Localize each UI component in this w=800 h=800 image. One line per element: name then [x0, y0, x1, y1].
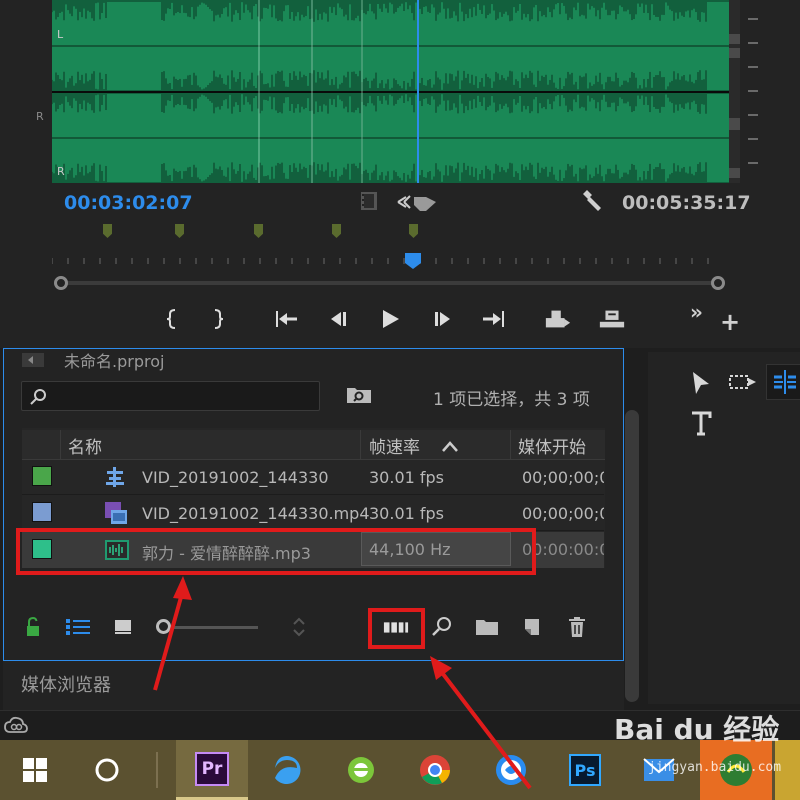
item-frame-rate: 30.01 fps — [369, 504, 445, 523]
project-title: 未命名.prproj — [64, 352, 165, 371]
audio-waveform[interactable] — [52, 0, 729, 183]
time-ruler[interactable] — [52, 256, 720, 264]
premiere-icon[interactable]: Pr — [176, 740, 248, 800]
mark-out-button[interactable] — [204, 306, 232, 332]
marker[interactable] — [409, 224, 418, 238]
back-icon[interactable] — [22, 352, 44, 371]
table-row[interactable]: VID_20191002_144330 30.01 fps 00;00;00;0… — [22, 459, 604, 495]
column-header-name[interactable]: 名称 — [68, 430, 102, 460]
ie-icon[interactable] — [326, 740, 396, 800]
wrench-icon[interactable] — [580, 190, 604, 218]
media-browser-tab[interactable]: 媒体浏览器 — [21, 671, 111, 697]
item-name: VID_20191002_144330 — [142, 468, 329, 487]
label-color-swatch[interactable] — [32, 466, 52, 486]
go-to-out-button[interactable] — [480, 306, 508, 332]
more-controls-button[interactable]: » — [690, 300, 703, 324]
marker[interactable] — [254, 224, 263, 238]
edge-icon[interactable] — [252, 740, 322, 800]
go-to-in-button[interactable] — [272, 306, 300, 332]
ripple-edit-tool[interactable] — [766, 364, 800, 400]
playhead-icon[interactable] — [404, 252, 422, 274]
tools-panel — [648, 352, 800, 704]
zoom-handle-left[interactable] — [54, 276, 68, 290]
photoshop-badge: Ps — [569, 754, 601, 786]
creative-cloud-icon[interactable] — [4, 716, 28, 740]
zoom-handle-right[interactable] — [711, 276, 725, 290]
meter-scale — [744, 0, 762, 183]
film-icon[interactable] — [360, 191, 378, 215]
type-tool-icon[interactable] — [690, 410, 714, 442]
label-color-swatch[interactable] — [32, 502, 52, 522]
sogou-icon[interactable] — [476, 740, 546, 800]
find-bin-icon[interactable] — [346, 384, 372, 408]
chrome-icon[interactable] — [400, 740, 470, 800]
baidu-watermark-url: jingyan.baidu.com — [648, 760, 782, 775]
overwrite-button[interactable] — [598, 306, 626, 332]
item-media-start: 00;00;00;00 — [522, 504, 604, 523]
list-view-icon[interactable] — [65, 614, 91, 640]
step-back-button[interactable] — [324, 306, 352, 332]
insert-button[interactable] — [544, 306, 572, 332]
vertical-scrollbar[interactable] — [625, 410, 639, 702]
channel-label-right-outer: R — [36, 110, 44, 123]
mark-in-button[interactable] — [158, 306, 186, 332]
premiere-badge: Pr — [195, 751, 229, 786]
lock-icon[interactable] — [20, 614, 46, 640]
marker[interactable] — [103, 224, 112, 238]
photoshop-icon[interactable]: Ps — [550, 740, 620, 800]
column-header-frame-rate[interactable]: 帧速率 — [369, 430, 420, 460]
find-icon[interactable] — [429, 614, 455, 640]
button-editor-button[interactable]: + — [720, 308, 740, 336]
item-name: VID_20191002_144330.mp4 — [142, 504, 370, 523]
thumbnail-size-slider-handle[interactable] — [156, 619, 171, 634]
annotation-highlight-button — [368, 608, 425, 649]
item-frame-rate: 30.01 fps — [369, 468, 445, 487]
start-icon[interactable] — [0, 740, 70, 800]
step-forward-button[interactable] — [429, 306, 457, 332]
baidu-watermark: Bai du 经验 — [614, 713, 780, 746]
video-clip-icon — [104, 501, 128, 529]
selection-tool-icon[interactable] — [690, 370, 712, 400]
track-select-tool-icon[interactable] — [728, 372, 760, 400]
cortana-icon[interactable] — [72, 740, 142, 800]
duration-timecode: 00:05:35:17 — [622, 192, 751, 214]
sort-ascending-icon[interactable] — [440, 438, 460, 457]
playhead-line[interactable] — [417, 0, 419, 183]
new-item-icon[interactable] — [519, 614, 545, 640]
current-timecode[interactable]: 00:03:02:07 — [64, 192, 193, 214]
table-row[interactable]: VID_20191002_144330.mp4 30.01 fps 00;00;… — [22, 495, 604, 531]
item-media-start: 00;00;00;00 — [522, 468, 604, 487]
source-monitor: L R R 00:03:02:07 00:05:35:17 » + — [0, 0, 800, 348]
column-header-media-start[interactable]: 媒体开始 — [518, 430, 604, 460]
play-button[interactable] — [376, 306, 404, 332]
thumbnail-size-slider[interactable] — [164, 626, 258, 629]
zoom-scrollbar[interactable] — [60, 281, 720, 285]
trash-icon[interactable] — [564, 614, 590, 640]
search-input[interactable] — [21, 381, 320, 411]
sort-icons-icon[interactable] — [286, 614, 312, 640]
marker[interactable] — [175, 224, 184, 238]
search-icon — [30, 388, 48, 410]
annotation-highlight-row — [16, 528, 536, 575]
drag-audio-icon[interactable] — [396, 191, 438, 217]
taskbar-separator — [156, 752, 158, 788]
sequence-icon — [104, 466, 126, 492]
marker[interactable] — [332, 224, 341, 238]
new-bin-icon[interactable] — [474, 614, 500, 640]
selection-status: 1 项已选择，共 3 项 — [433, 390, 590, 410]
channel-label-right: R — [57, 165, 65, 178]
icon-view-icon[interactable] — [110, 614, 136, 640]
audio-meter — [729, 0, 740, 183]
channel-label-left: L — [57, 28, 64, 41]
